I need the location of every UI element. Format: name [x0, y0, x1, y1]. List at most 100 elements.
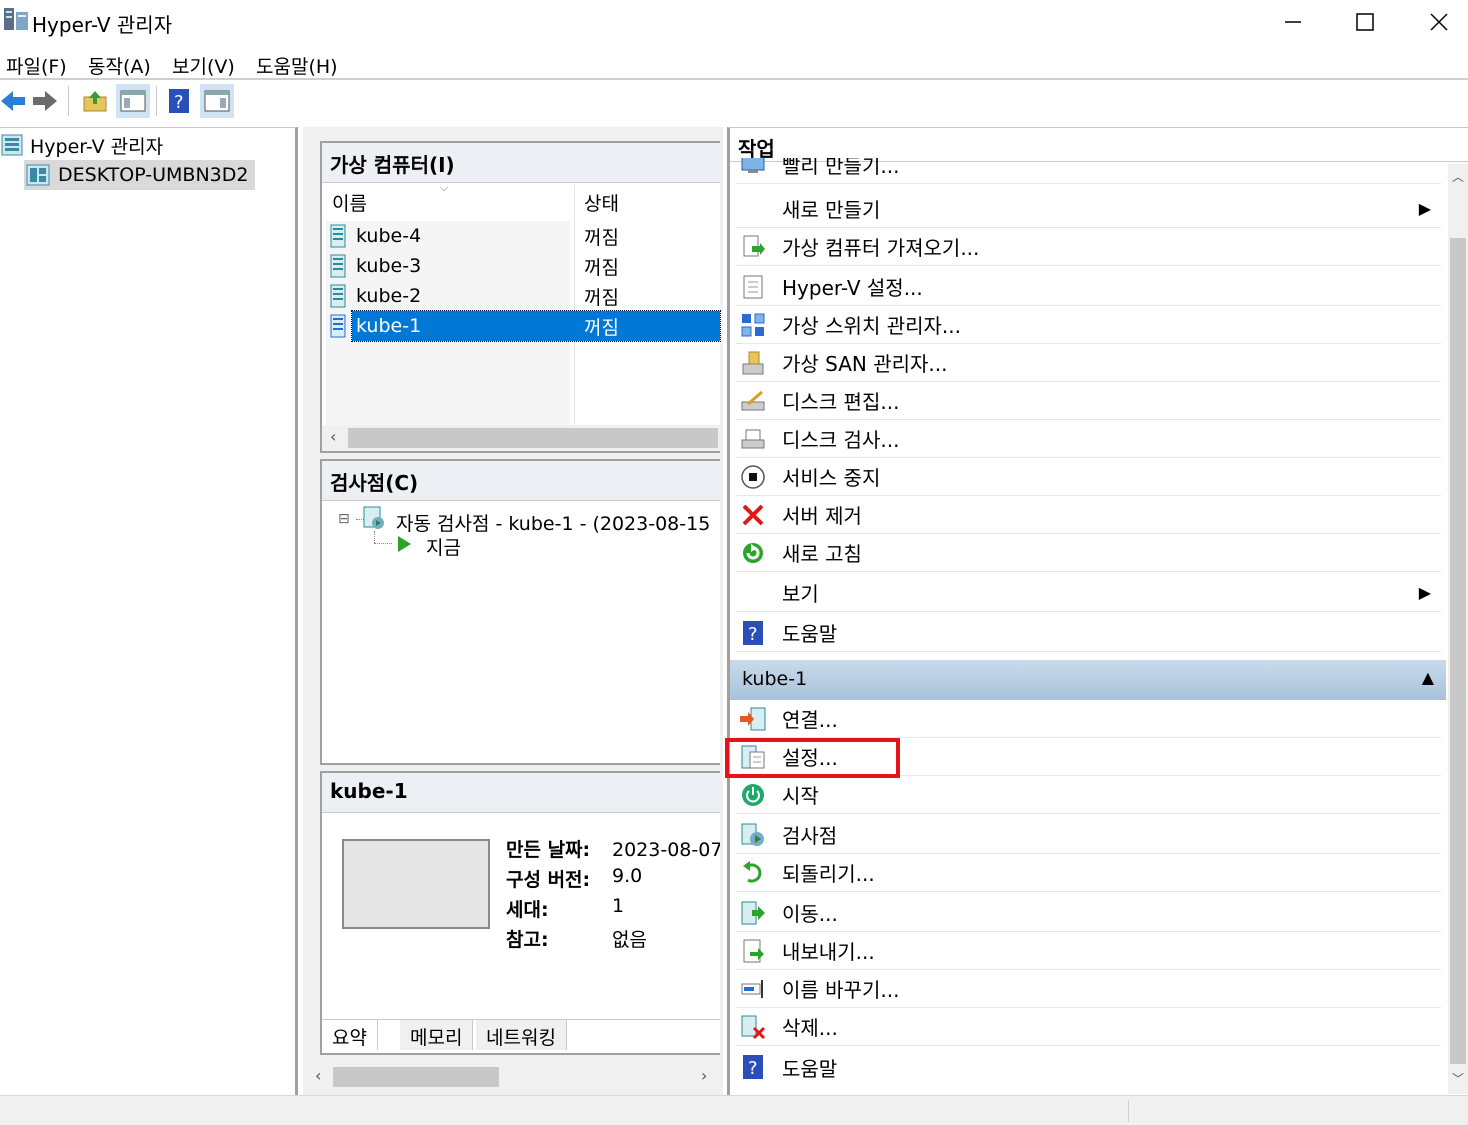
horizontal-scrollbar[interactable]: ‹ [322, 425, 720, 451]
window-title: Hyper-V 관리자 [32, 13, 173, 37]
back-arrow-icon [1, 91, 25, 111]
action-refresh[interactable]: 새로 고침 [736, 534, 1441, 572]
tree-root-hyperv-manager[interactable]: Hyper-V 관리자 [0, 130, 163, 160]
middle-horizontal-scrollbar[interactable]: ‹ › [307, 1063, 719, 1091]
menu-file[interactable]: 파일(F) [6, 52, 67, 79]
column-header-name[interactable]: 이름 [332, 189, 367, 216]
tree-connector [374, 531, 375, 543]
tree-root-label: Hyper-V 관리자 [30, 135, 164, 158]
tree-server-label: DESKTOP-UMBN3D2 [58, 164, 249, 186]
actions-pane-title: 작업 [730, 128, 1468, 162]
vm-state: 꺼짐 [584, 316, 619, 339]
detail-label-created: 만든 날짜: [506, 839, 591, 861]
close-button[interactable] [1402, 0, 1468, 44]
hyperv-manager-icon [1, 134, 23, 156]
action-export[interactable]: 내보내기... [736, 932, 1441, 970]
action-label: 가상 스위치 관리자... [782, 314, 961, 338]
menu-help[interactable]: 도움말(H) [256, 52, 338, 79]
checkpoint-icon [363, 506, 384, 529]
action-settings[interactable]: 설정... [736, 738, 1441, 776]
action-import-vm[interactable]: 가상 컴퓨터 가져오기... [736, 228, 1441, 266]
action-label: 이동... [782, 902, 838, 926]
actions-pane: 작업 ︿ ﹀ 빨리 만들기... 새로 만들기 ▶ 가상 컴퓨터 가져오기...… [727, 127, 1468, 1095]
vm-row-kube-4[interactable]: kube-4 꺼짐 [328, 221, 720, 251]
menu-view[interactable]: 보기(V) [172, 52, 235, 79]
settings-icon [738, 742, 768, 772]
rename-icon [738, 974, 768, 1004]
close-icon [1430, 13, 1448, 31]
scroll-left-icon[interactable]: ‹ [330, 427, 336, 446]
start-icon [738, 780, 768, 810]
help-toolbar-button[interactable]: ? [162, 84, 196, 118]
detail-label-notes: 참고: [506, 929, 549, 951]
scroll-thumb[interactable] [1450, 238, 1466, 1064]
now-label[interactable]: 지금 [426, 533, 461, 560]
scroll-thumb[interactable] [348, 428, 718, 448]
detail-label-config-version: 구성 버전: [506, 869, 591, 891]
tab-networking[interactable]: 네트워킹 [476, 1020, 567, 1050]
vm-row-kube-1[interactable]: kube-1 꺼짐 [328, 310, 721, 342]
vm-state: 꺼짐 [584, 256, 619, 279]
tree-connector [374, 543, 392, 544]
forward-button[interactable] [28, 84, 62, 118]
toolbar: ? [0, 82, 1468, 120]
action-connect[interactable]: 연결... [736, 700, 1441, 738]
action-start[interactable]: 시작 [736, 776, 1441, 814]
vm-name: kube-1 [356, 315, 422, 337]
toolbar-separator [156, 86, 157, 116]
vm-actions-section-header[interactable]: kube-1 ▲ [730, 660, 1446, 700]
actions-vertical-scrollbar[interactable]: ︿ ﹀ [1448, 164, 1468, 1094]
up-folder-button[interactable] [78, 84, 112, 118]
show-hide-action-pane-button[interactable] [200, 84, 234, 118]
action-quick-create[interactable]: 빨리 만들기... [736, 158, 1441, 184]
collapse-up-icon[interactable]: ▲ [1422, 668, 1434, 687]
action-view[interactable]: 보기 ▶ [736, 574, 1441, 612]
minimize-button[interactable] [1256, 0, 1330, 44]
column-header-state[interactable]: 상태 [584, 189, 619, 216]
maximize-button[interactable] [1328, 0, 1402, 44]
tab-memory[interactable]: 메모리 [400, 1020, 474, 1050]
action-delete[interactable]: 삭제... [736, 1008, 1441, 1046]
tab-summary[interactable]: 요약 [322, 1020, 378, 1050]
blank-icon [738, 578, 768, 608]
sort-indicator-icon: ⌵ [440, 181, 449, 194]
virtual-san-icon [738, 348, 768, 378]
vm-row-kube-3[interactable]: kube-3 꺼짐 [328, 251, 720, 281]
delete-icon [738, 1012, 768, 1042]
stop-service-icon [738, 462, 768, 492]
action-virtual-switch-manager[interactable]: 가상 스위치 관리자... [736, 306, 1441, 344]
action-pane-icon [204, 90, 230, 112]
scroll-left-icon[interactable]: ‹ [315, 1066, 321, 1085]
scroll-right-icon[interactable]: › [701, 1066, 707, 1085]
menu-action[interactable]: 동작(A) [88, 52, 151, 79]
action-hyperv-settings[interactable]: Hyper-V 설정... [736, 268, 1441, 306]
action-label: 새로 만들기 [782, 198, 881, 222]
show-hide-console-tree-button[interactable] [116, 84, 150, 118]
action-inspect-disk[interactable]: 디스크 검사... [736, 420, 1441, 458]
action-help-vm[interactable]: ? 도움말 [736, 1048, 1441, 1086]
action-revert[interactable]: 되돌리기... [736, 854, 1441, 892]
vm-icon [330, 284, 346, 308]
detail-value-notes: 없음 [612, 929, 647, 951]
scroll-down-icon[interactable]: ﹀ [1452, 1070, 1464, 1087]
scroll-thumb[interactable] [333, 1067, 499, 1087]
vm-icon [330, 254, 346, 278]
tree-item-server[interactable]: DESKTOP-UMBN3D2 [24, 160, 255, 190]
back-button[interactable] [0, 84, 30, 118]
action-rename[interactable]: 이름 바꾸기... [736, 970, 1441, 1008]
action-label: 디스크 검사... [782, 428, 900, 452]
action-edit-disk[interactable]: 디스크 편집... [736, 382, 1441, 420]
action-label: 가상 컴퓨터 가져오기... [782, 236, 980, 260]
action-remove-server[interactable]: 서버 제거 [736, 496, 1441, 534]
action-help-server[interactable]: ? 도움말 [736, 614, 1441, 652]
collapse-toggle-icon[interactable]: ⊟ [338, 511, 350, 527]
auto-checkpoint-label[interactable]: 자동 검사점 - kube-1 - (2023-08-15 [396, 509, 710, 536]
action-stop-service[interactable]: 서비스 중지 [736, 458, 1441, 496]
action-move[interactable]: 이동... [736, 894, 1441, 932]
scroll-up-icon[interactable]: ︿ [1452, 168, 1464, 185]
action-virtual-san-manager[interactable]: 가상 SAN 관리자... [736, 344, 1441, 382]
vm-row-kube-2[interactable]: kube-2 꺼짐 [328, 281, 720, 311]
action-new[interactable]: 새로 만들기 ▶ [736, 190, 1441, 228]
action-checkpoint[interactable]: 검사점 [736, 816, 1441, 854]
help-icon: ? [738, 1052, 768, 1082]
